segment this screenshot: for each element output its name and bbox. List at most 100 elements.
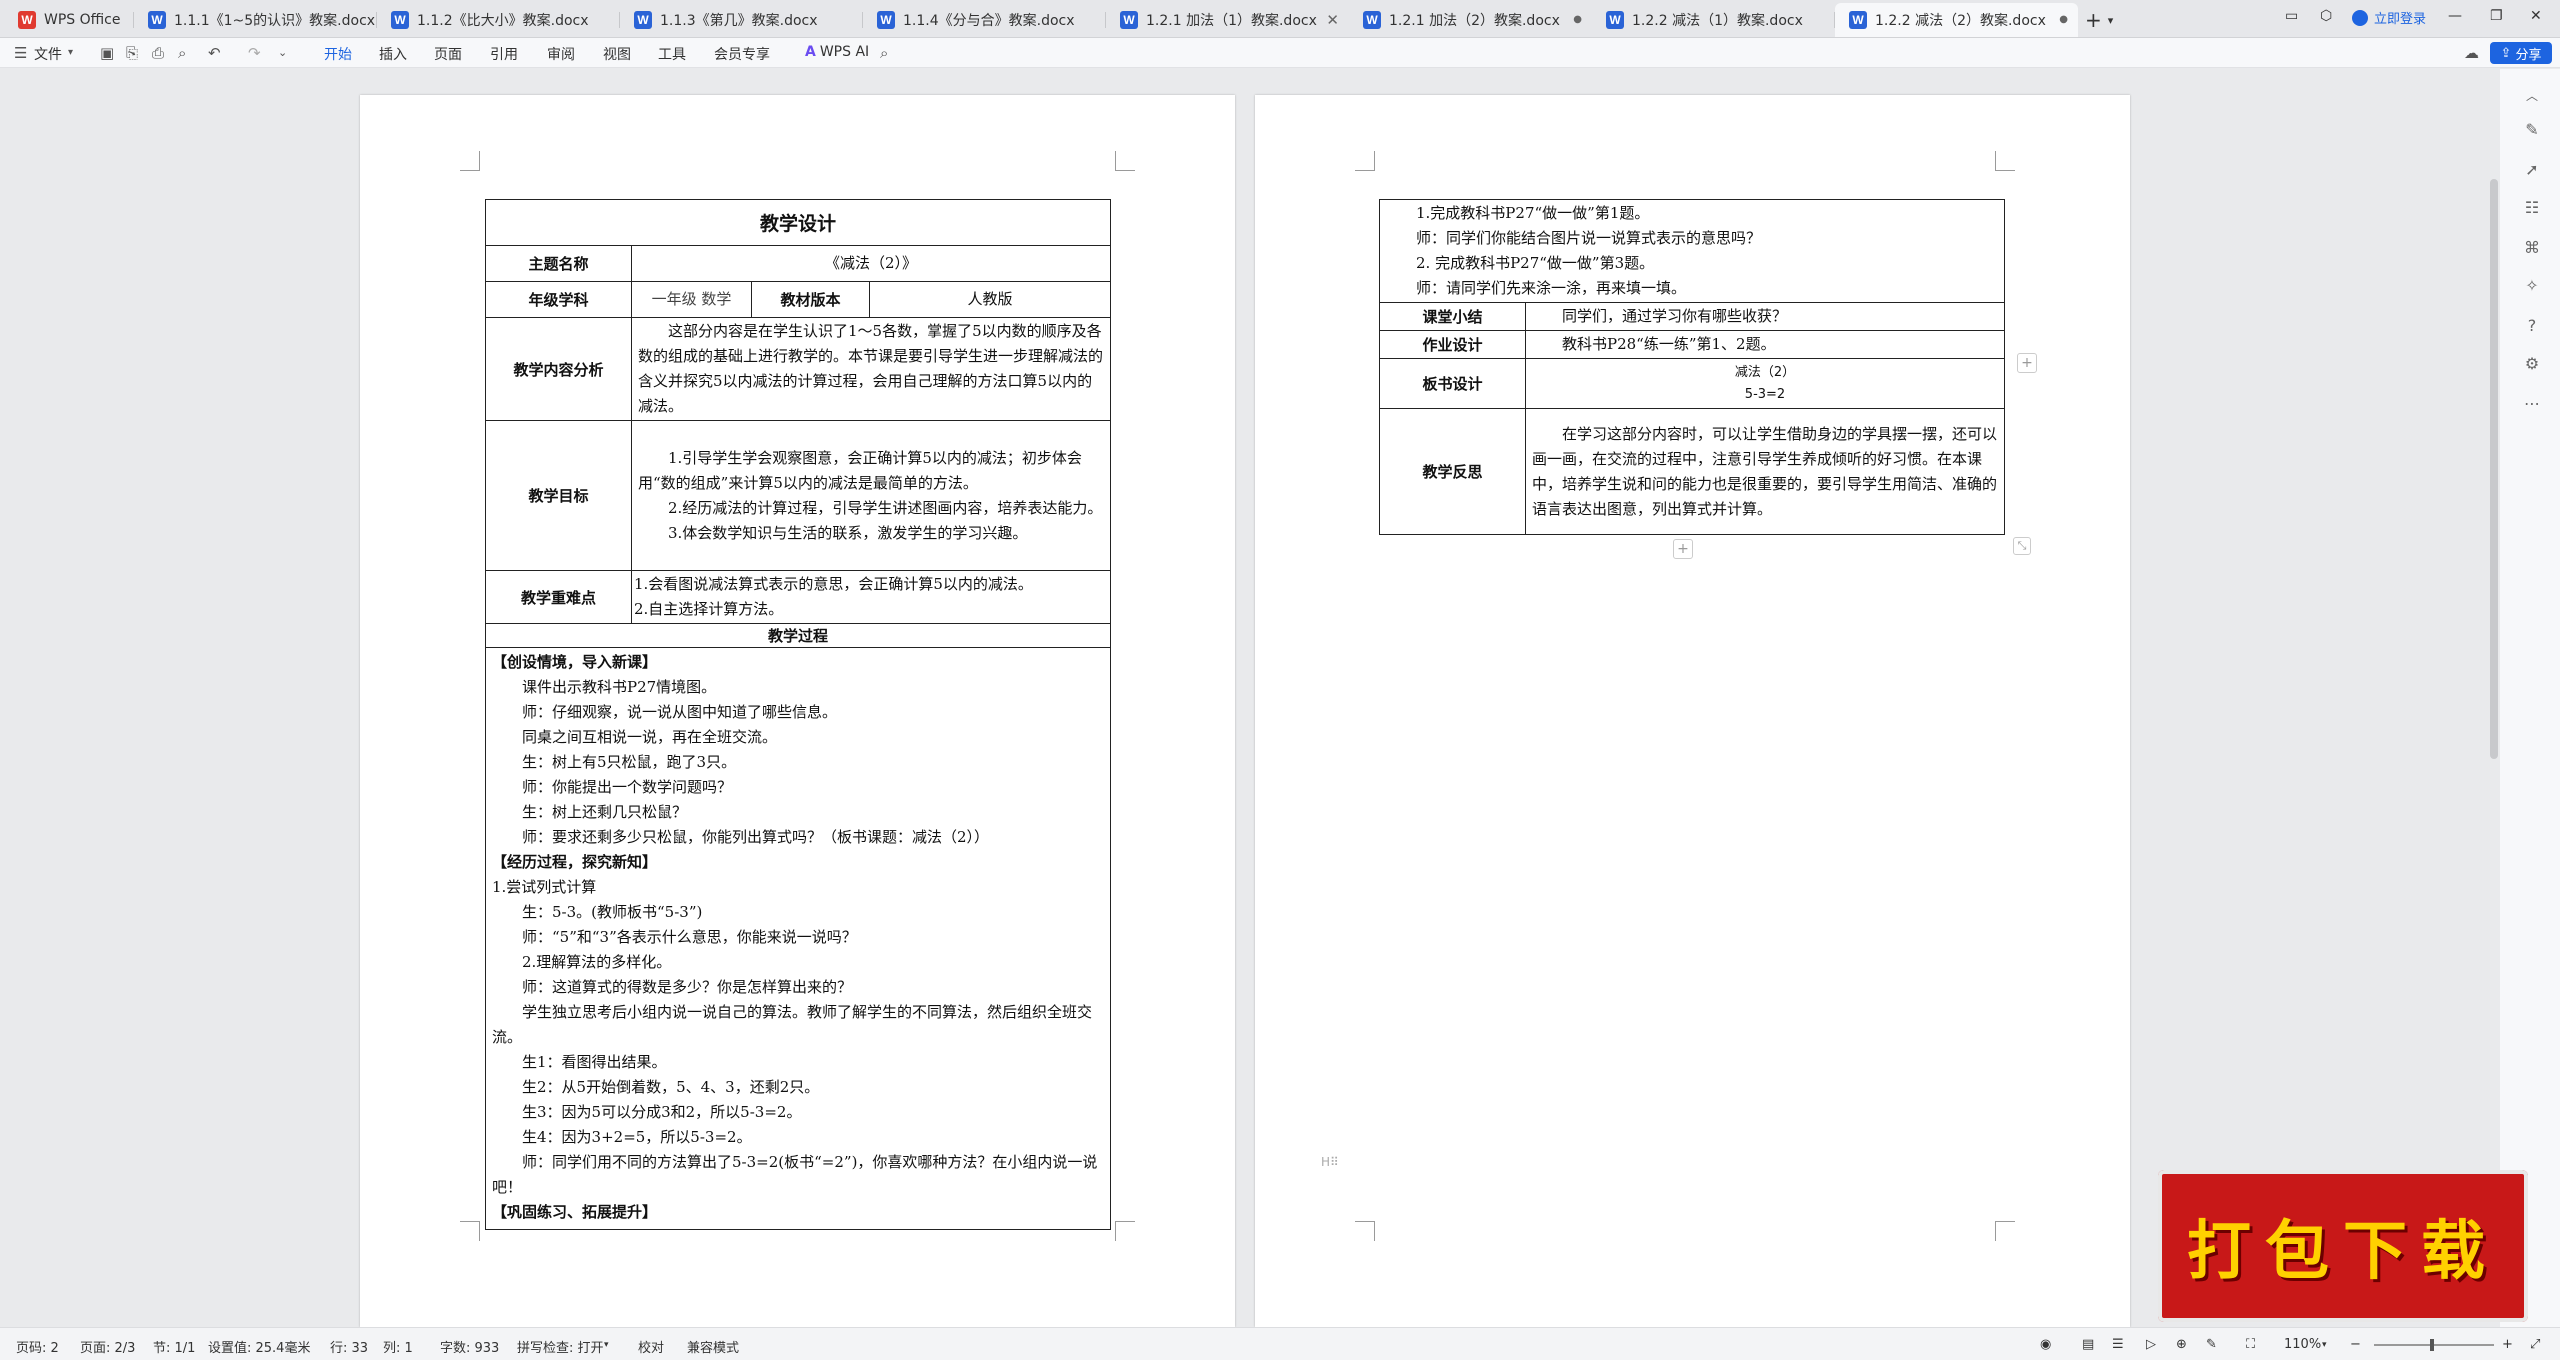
new-tab-button[interactable]: + ▾ bbox=[2085, 8, 2113, 32]
board-cell[interactable]: 减法（2） 5-3=2 bbox=[1525, 358, 2005, 409]
chevron-down-icon[interactable]: ⌄ bbox=[278, 46, 287, 59]
redo-icon[interactable]: ↷ bbox=[248, 44, 261, 62]
zoom-slider[interactable] bbox=[2374, 1339, 2494, 1351]
status-spell-check[interactable]: 拼写检查: 打开 bbox=[517, 1337, 604, 1356]
process-line: 师：“5”和“3”各表示什么意思，你能来说一说吗？ bbox=[522, 928, 857, 946]
resize-table-icon[interactable]: ⤡ bbox=[2013, 537, 2031, 555]
collapse-up-icon[interactable]: ︿ bbox=[2523, 87, 2541, 105]
menu-member[interactable]: 会员专享 bbox=[714, 44, 770, 64]
web-view-icon[interactable]: ⊕ bbox=[2176, 1337, 2187, 1352]
menu-insert[interactable]: 插入 bbox=[379, 44, 407, 64]
more-icon[interactable]: ⋯ bbox=[2523, 395, 2541, 413]
summary-text[interactable]: 同学们，通过学习你有哪些收获？ bbox=[1525, 302, 2005, 331]
goals-cell[interactable]: 1.引导学生学会观察图意，会正确计算5以内的减法；初步体会用“数的组成”来计算5… bbox=[631, 420, 1111, 571]
undo-icon[interactable]: ↶ bbox=[208, 44, 221, 62]
tab-document[interactable]: W 1.1.1《1~5的认识》教案.docx bbox=[134, 3, 377, 37]
doc-title[interactable]: 教学设计 bbox=[485, 199, 1111, 246]
analysis-text[interactable]: 这部分内容是在学生认识了1～5各数，掌握了5以内数的顺序及各数的组成的基础上进行… bbox=[631, 317, 1111, 421]
tab-document[interactable]: W 1.2.1 加法（2）教案.docx ● bbox=[1349, 3, 1592, 37]
wps-ai-label: WPS AI bbox=[819, 44, 870, 60]
keypoints-cell[interactable]: 1.会看图说减法算式表示的意思，会正确计算5以内的减法。 2.自主选择计算方法。 bbox=[631, 570, 1111, 624]
hamburger-icon[interactable]: ☰ bbox=[14, 44, 27, 62]
menu-home[interactable]: 开始 bbox=[324, 44, 352, 71]
analysis-label: 教学内容分析 bbox=[485, 317, 632, 421]
document-page-2: 1.完成教科书P27“做一做”第1题。 师：同学们你能结合图片说一说算式表示的意… bbox=[1255, 95, 2130, 1327]
reflect-text[interactable]: 在学习这部分内容时，可以让学生借助身边的学具摆一摆，还可以画一画，在交流的过程中… bbox=[1525, 408, 2005, 535]
help-icon[interactable]: ? bbox=[2523, 317, 2541, 335]
chevron-down-icon[interactable]: ▾ bbox=[2322, 1340, 2327, 1350]
edit-pen-icon[interactable]: ✎ bbox=[2523, 121, 2541, 139]
edition-value[interactable]: 人教版 bbox=[869, 281, 1111, 318]
select-cursor-icon[interactable]: ➚ bbox=[2523, 161, 2541, 179]
close-window-button[interactable]: ✕ bbox=[2530, 8, 2542, 24]
login-button[interactable]: 立即登录 bbox=[2352, 8, 2426, 27]
window-layout-icon[interactable]: ▭ bbox=[2285, 8, 2298, 24]
backup-icon[interactable]: ⚙ bbox=[2523, 355, 2541, 373]
status-proofread[interactable]: 校对 bbox=[638, 1337, 664, 1356]
status-section[interactable]: 节: 1/1 bbox=[153, 1337, 195, 1356]
outline-view-icon[interactable]: ☰ bbox=[2112, 1337, 2124, 1352]
grade-value[interactable]: 一年级 数学 bbox=[631, 281, 752, 318]
play-icon[interactable]: ▷ bbox=[2146, 1337, 2156, 1352]
drag-handle-icon[interactable]: H⠿ bbox=[1321, 1155, 1339, 1169]
tab-document[interactable]: W 1.1.4《分与合》教案.docx bbox=[863, 3, 1106, 37]
menu-file[interactable]: 文件 bbox=[34, 44, 62, 64]
chevron-down-icon[interactable]: ▾ bbox=[604, 1340, 609, 1350]
process-line: 课件出示教科书P27情境图。 bbox=[522, 678, 717, 696]
tab-document[interactable]: W 1.2.1 加法（1）教案.docx ✕ bbox=[1106, 3, 1349, 37]
tab-document[interactable]: W 1.1.2《比大小》教案.docx bbox=[377, 3, 620, 37]
adjust-sliders-icon[interactable]: ☷ bbox=[2523, 199, 2541, 217]
zoom-in-icon[interactable]: + bbox=[2502, 1337, 2513, 1352]
menu-page[interactable]: 页面 bbox=[434, 44, 462, 64]
status-row[interactable]: 行: 33 bbox=[330, 1337, 368, 1356]
goal-item: 2.经历减法的计算过程，引导学生讲述图画内容，培养表达能力。 bbox=[668, 498, 1103, 517]
menu-references[interactable]: 引用 bbox=[490, 44, 518, 64]
translate-icon[interactable]: ⌘ bbox=[2523, 239, 2541, 257]
menu-tools[interactable]: 工具 bbox=[658, 44, 686, 64]
share-button[interactable]: ⇪ 分享 bbox=[2490, 42, 2552, 64]
cloud-sync-icon[interactable]: ☁ bbox=[2464, 44, 2479, 62]
print-preview-icon[interactable]: ⌕ bbox=[178, 44, 186, 62]
fit-page-icon[interactable]: ⛶ bbox=[2246, 1337, 2255, 1352]
status-pages[interactable]: 页面: 2/3 bbox=[80, 1337, 135, 1356]
zoom-slider-handle[interactable] bbox=[2430, 1339, 2434, 1351]
homework-text[interactable]: 教科书P28“练一练”第1、2题。 bbox=[1525, 330, 2005, 359]
status-word-count[interactable]: 字数: 933 bbox=[440, 1337, 499, 1356]
zoom-level[interactable]: 110% bbox=[2284, 1337, 2321, 1352]
save-icon[interactable]: ▣ bbox=[100, 44, 114, 62]
close-icon[interactable]: ✕ bbox=[1326, 11, 1339, 29]
minimize-button[interactable]: — bbox=[2448, 8, 2462, 24]
fullscreen-icon[interactable]: ⤢ bbox=[2530, 1337, 2540, 1352]
search-icon[interactable]: ⌕ bbox=[880, 44, 888, 62]
tab-label: 1.2.2 减法（1）教案.docx bbox=[1632, 13, 1803, 29]
print-icon[interactable]: ⎙ bbox=[152, 44, 164, 62]
download-package-banner[interactable]: 打包下载 bbox=[2158, 1170, 2528, 1322]
wps-ai-button[interactable]: A WPS AI bbox=[805, 44, 869, 60]
vertical-scrollbar[interactable] bbox=[2490, 179, 2498, 759]
menu-view[interactable]: 视图 bbox=[603, 44, 631, 64]
topic-value[interactable]: 《减法（2）》 bbox=[631, 245, 1111, 282]
process-cell[interactable]: 【创设情境，导入新课】 课件出示教科书P27情境图。 师：仔细观察，说一说从图中知道… bbox=[485, 647, 1111, 1230]
restore-button[interactable]: ❐ bbox=[2490, 8, 2503, 24]
add-row-icon[interactable]: + bbox=[1673, 539, 1693, 559]
zoom-out-icon[interactable]: − bbox=[2350, 1337, 2361, 1352]
eye-protect-icon[interactable]: ◉ bbox=[2040, 1337, 2051, 1352]
menu-review[interactable]: 审阅 bbox=[547, 44, 575, 64]
cube-icon[interactable]: ⬡ bbox=[2320, 8, 2332, 24]
chevron-down-icon[interactable]: ▾ bbox=[68, 47, 73, 58]
magic-tools-icon[interactable]: ✧ bbox=[2523, 277, 2541, 295]
export-pdf-icon[interactable]: ⎘ bbox=[126, 44, 138, 62]
exercise-cell[interactable]: 1.完成教科书P27“做一做”第1题。 师：同学们你能结合图片说一说算式表示的意… bbox=[1379, 199, 2005, 303]
tab-label: 1.2.1 加法（1）教案.docx bbox=[1146, 13, 1317, 29]
status-page-number[interactable]: 页码: 2 bbox=[16, 1337, 59, 1356]
tab-document[interactable]: W 1.2.2 减法（1）教案.docx bbox=[1592, 3, 1835, 37]
add-column-icon[interactable]: + bbox=[2017, 353, 2037, 373]
tab-wps-office[interactable]: W WPS Office bbox=[4, 3, 134, 37]
pen-icon[interactable]: ✎ bbox=[2206, 1337, 2217, 1352]
status-col[interactable]: 列: 1 bbox=[383, 1337, 413, 1356]
tab-document[interactable]: W 1.1.3《第几》教案.docx bbox=[620, 3, 863, 37]
status-setting[interactable]: 设置值: 25.4毫米 bbox=[208, 1337, 310, 1356]
tab-document-active[interactable]: W 1.2.2 减法（2）教案.docx ● bbox=[1835, 3, 2078, 37]
page-view-icon[interactable]: ▤ bbox=[2082, 1337, 2094, 1352]
word-doc-icon: W bbox=[1849, 11, 1867, 29]
